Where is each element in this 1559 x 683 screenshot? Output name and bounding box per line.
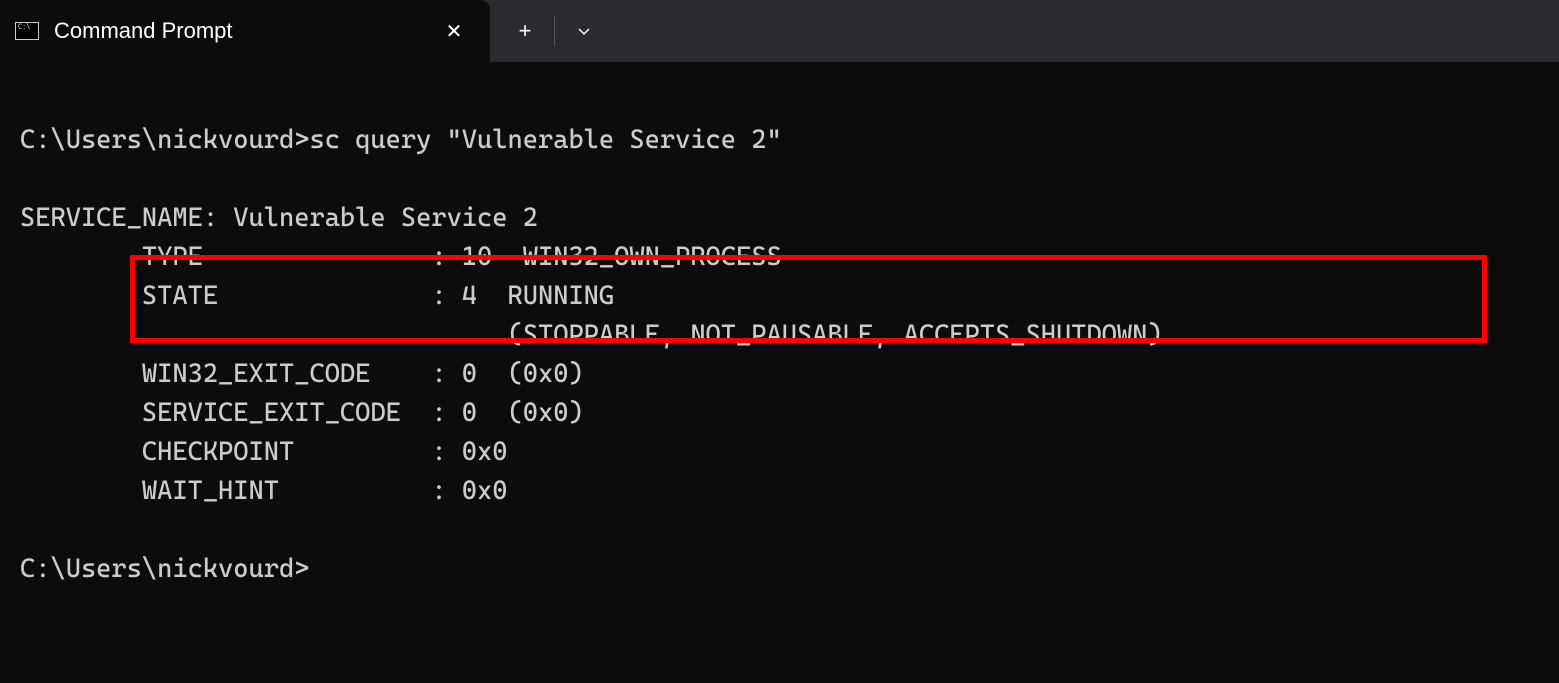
divider	[554, 16, 555, 46]
tab-title: Command Prompt	[54, 18, 438, 44]
tab-command-prompt[interactable]: C:\ Command Prompt ✕	[0, 0, 490, 62]
output-line: SERVICE_EXIT_CODE : 0 (0x0)	[20, 398, 584, 428]
terminal-output[interactable]: C:\Users\nickvourd>sc query "Vulnerable …	[0, 62, 1559, 648]
tab-dropdown-button[interactable]	[559, 0, 609, 62]
close-icon[interactable]: ✕	[438, 15, 470, 47]
titlebar: C:\ Command Prompt ✕ +	[0, 0, 1559, 62]
chevron-down-icon	[576, 23, 592, 39]
output-line: (STOPPABLE, NOT_PAUSABLE, ACCEPTS_SHUTDO…	[20, 320, 1163, 350]
output-line: SERVICE_NAME: Vulnerable Service 2	[20, 203, 538, 233]
titlebar-actions: +	[490, 0, 609, 62]
output-line: WIN32_EXIT_CODE : 0 (0x0)	[20, 359, 584, 389]
output-line: STATE : 4 RUNNING	[20, 281, 614, 311]
output-line: CHECKPOINT : 0x0	[20, 437, 508, 467]
output-line: WAIT_HINT : 0x0	[20, 476, 508, 506]
prompt: C:\Users\nickvourd>	[20, 554, 309, 584]
prompt: C:\Users\nickvourd>	[20, 125, 309, 155]
new-tab-button[interactable]: +	[500, 0, 550, 62]
command-text: sc query "Vulnerable Service 2"	[309, 125, 781, 155]
output-line: TYPE : 10 WIN32_OWN_PROCESS	[20, 242, 782, 272]
cmd-icon: C:\	[15, 22, 39, 40]
